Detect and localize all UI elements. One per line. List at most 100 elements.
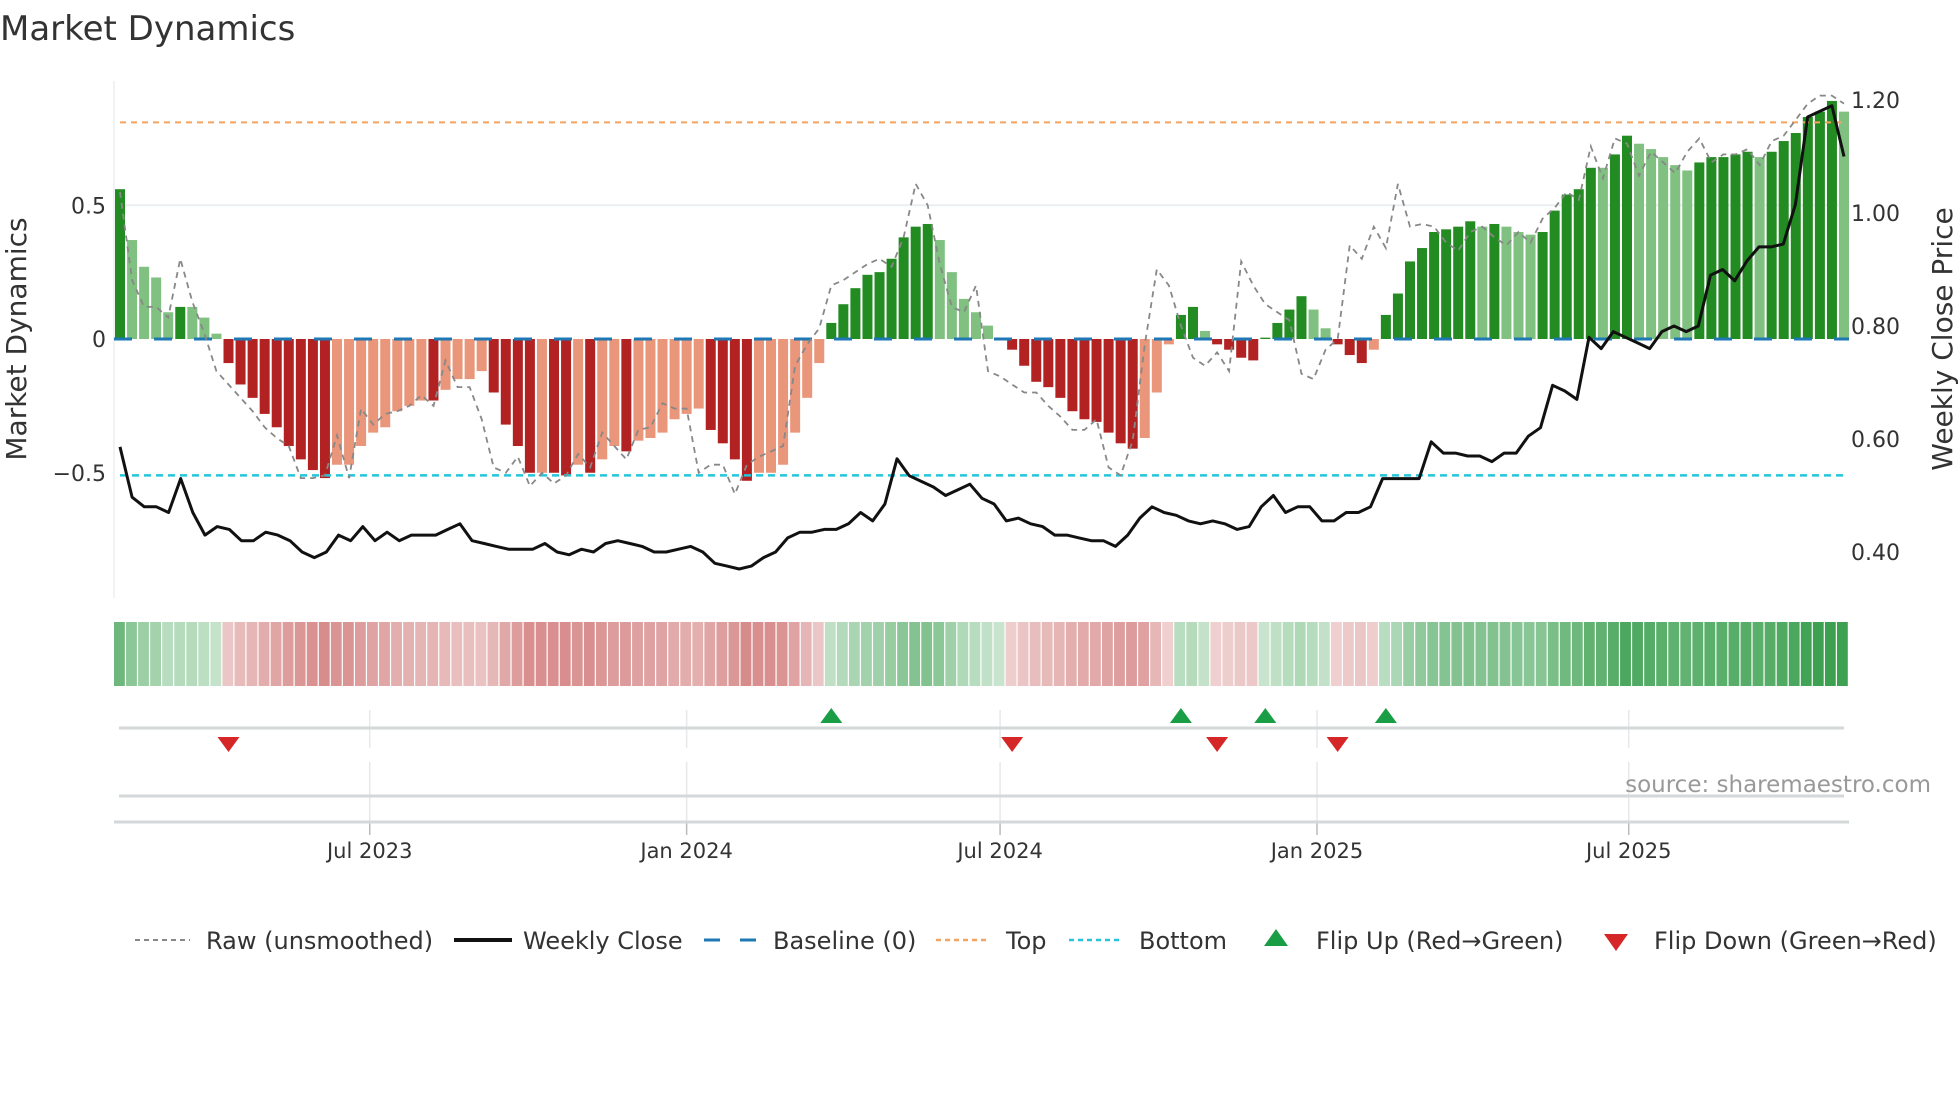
heat-cell [1475, 622, 1487, 686]
heat-cell [1029, 622, 1041, 686]
bar [717, 339, 728, 444]
y-tick-label: 0 [92, 328, 106, 353]
bar [741, 339, 752, 481]
heat-cell [1511, 622, 1523, 686]
heat-cell [1294, 622, 1306, 686]
bar [597, 339, 608, 460]
heat-cell [1559, 622, 1571, 686]
heat-cell [1451, 622, 1463, 686]
bar [1537, 232, 1548, 339]
bar [512, 339, 523, 446]
bar-series [115, 100, 1849, 481]
bar [886, 258, 897, 339]
bar [983, 325, 994, 339]
heat-cell [1379, 622, 1390, 686]
legend-label: Weekly Close [523, 927, 683, 955]
bar [862, 274, 873, 339]
heat-cell [1571, 622, 1583, 686]
heat-cell [824, 622, 836, 686]
legend-label: Bottom [1139, 927, 1227, 955]
heat-cell [1800, 622, 1812, 686]
heat-cell [1740, 622, 1752, 686]
bar [1658, 157, 1669, 339]
bar [488, 339, 499, 393]
heat-cell [487, 622, 499, 686]
bar [790, 339, 801, 433]
heat-cell [909, 622, 921, 686]
bar [1489, 223, 1500, 339]
heat-cell [1535, 622, 1547, 686]
legend: Raw (unsmoothed) Weekly Close Baseline (0)… [135, 927, 1937, 955]
legend-flip-down-icon [1604, 934, 1628, 951]
bar [1392, 293, 1403, 339]
bar [223, 339, 234, 364]
bar [850, 288, 861, 339]
heat-cell [933, 622, 945, 686]
bar [1320, 328, 1331, 339]
heat-cell [620, 622, 631, 686]
heat-cell [1824, 622, 1836, 686]
heat-cell [812, 622, 824, 686]
heat-cell [1656, 622, 1668, 686]
bar [1043, 339, 1054, 388]
heat-cell [246, 622, 258, 686]
market-dynamics-chart: Market Dynamics 0.5 0 −0.5 0.40 0.60 0.80 1.0… [0, 9, 1959, 955]
heat-cell [1222, 622, 1234, 686]
bar [1272, 322, 1283, 339]
heat-cell [1355, 622, 1366, 686]
bar [838, 304, 849, 339]
heat-cell [342, 622, 354, 686]
heat-cell [788, 622, 800, 686]
heat-cell [692, 622, 704, 686]
bar [1646, 149, 1657, 339]
heat-cell [873, 622, 884, 686]
heat-cell [174, 622, 186, 686]
bar [766, 339, 777, 473]
flip-up-marker [820, 708, 843, 723]
heat-cell [1439, 622, 1451, 686]
bar [946, 272, 957, 339]
chart-title: Market Dynamics [0, 9, 295, 49]
heat-cell [1391, 622, 1403, 686]
bar [633, 339, 644, 441]
bar [151, 277, 162, 339]
heat-cell [632, 622, 643, 686]
right-axis-ticks: 0.40 0.60 0.80 1.00 1.20 [1851, 89, 1900, 566]
y2-tick-label: 1.20 [1851, 89, 1900, 114]
legend-flip-up-icon [1264, 929, 1288, 946]
bar [115, 189, 125, 339]
bar [175, 306, 186, 339]
bar [874, 272, 885, 339]
bar [319, 339, 330, 479]
flip-up-marker [1374, 708, 1397, 723]
heat-cell [318, 622, 330, 686]
heat-cell [1089, 622, 1101, 686]
bar [1621, 135, 1632, 339]
bar [1417, 248, 1428, 339]
heat-cell [668, 622, 680, 686]
bar [307, 339, 318, 471]
bar [187, 306, 198, 339]
heat-cell [463, 622, 475, 686]
heat-cell [258, 622, 270, 686]
bar [1368, 339, 1379, 350]
legend-label: Baseline (0) [773, 927, 916, 955]
heat-cell [607, 622, 619, 686]
bar [657, 339, 668, 433]
bar [1429, 232, 1440, 339]
heat-strip [114, 622, 1848, 686]
bar [259, 339, 270, 414]
heat-cell [523, 622, 535, 686]
bar [1151, 339, 1162, 393]
bar [681, 339, 692, 414]
heat-cell [138, 622, 149, 686]
heat-cell [728, 622, 740, 686]
heat-cell [1668, 622, 1680, 686]
bar [1561, 194, 1572, 339]
raw-line [119, 94, 1845, 497]
heat-cell [1632, 622, 1643, 686]
bar [1019, 339, 1030, 366]
bar [1609, 154, 1620, 339]
heat-cell [1620, 622, 1631, 686]
heat-cell [559, 622, 571, 686]
